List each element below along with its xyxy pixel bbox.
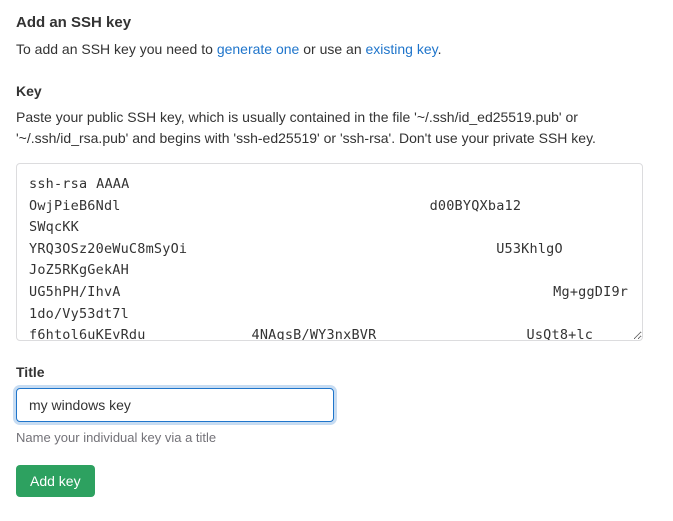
key-help-text: Paste your public SSH key, which is usua… (16, 107, 657, 149)
title-hint: Name your individual key via a title (16, 430, 657, 445)
title-input[interactable] (16, 388, 334, 422)
intro-text: To add an SSH key you need to generate o… (16, 41, 657, 57)
ssh-key-textarea[interactable]: ssh-rsa AAAA OwjPieB6Ndl d00BYQXba12 SWq… (16, 163, 643, 341)
intro-middle: or use an (299, 41, 365, 57)
intro-suffix: . (438, 41, 442, 57)
generate-one-link[interactable]: generate one (217, 41, 300, 57)
page-title: Add an SSH key (16, 14, 657, 31)
intro-prefix: To add an SSH key you need to (16, 41, 217, 57)
add-key-button[interactable]: Add key (16, 465, 95, 497)
key-label: Key (16, 83, 657, 99)
existing-key-link[interactable]: existing key (366, 41, 438, 57)
title-label: Title (16, 364, 657, 380)
